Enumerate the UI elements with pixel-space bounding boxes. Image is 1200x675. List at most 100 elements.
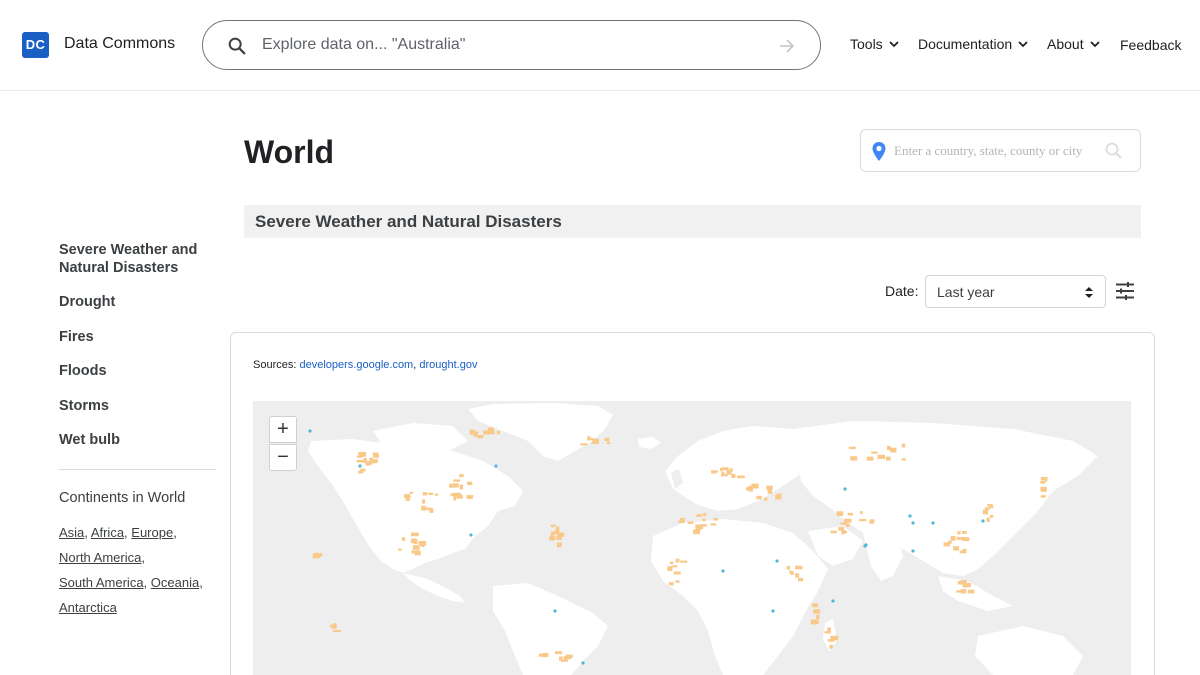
logo-icon[interactable]: DC (22, 32, 49, 58)
fire-marker (1040, 486, 1047, 491)
fire-marker (702, 513, 707, 516)
fire-marker (363, 458, 367, 463)
fire-marker (984, 507, 990, 510)
fire-marker (968, 589, 975, 594)
fire-marker (402, 537, 406, 541)
continent-link-africa[interactable]: Africa (91, 525, 124, 540)
fire-marker (604, 437, 610, 442)
search-input[interactable] (262, 36, 762, 54)
world-map-svg (308, 403, 1098, 675)
flood-marker (771, 609, 775, 613)
tune-settings-icon[interactable] (1115, 281, 1135, 301)
fire-marker (409, 491, 414, 494)
fire-marker (859, 518, 867, 522)
fire-marker (840, 522, 847, 525)
nav-documentation[interactable]: Documentation (918, 36, 1029, 52)
landmass-iceland (638, 437, 661, 449)
fire-marker (671, 565, 678, 568)
fire-marker (702, 518, 706, 522)
fire-marker (786, 565, 791, 570)
fire-marker (836, 511, 844, 516)
flood-marker (843, 487, 847, 491)
continent-links: Asia, Africa, Europe, North America, Sou… (59, 525, 203, 615)
fire-marker (789, 570, 793, 574)
sidebar-item-fires[interactable]: Fires (59, 328, 94, 346)
flood-marker (863, 544, 867, 548)
sidebar-item-storms[interactable]: Storms (59, 397, 109, 415)
place-search-input[interactable] (894, 143, 1094, 159)
fire-marker (720, 474, 728, 477)
world-map[interactable] (253, 401, 1131, 675)
fire-marker (556, 542, 562, 548)
arrow-right-icon[interactable] (777, 36, 797, 56)
fire-marker (669, 561, 674, 565)
fire-marker (565, 654, 573, 658)
fire-marker (959, 550, 967, 554)
flood-marker (911, 549, 915, 553)
flood-marker (494, 464, 498, 468)
nav-feedback[interactable]: Feedback (1120, 37, 1181, 53)
sidebar-item-floods[interactable]: Floods (59, 362, 107, 380)
fire-marker (829, 644, 833, 649)
fire-marker (483, 430, 491, 435)
fire-marker (553, 531, 558, 535)
search-bar[interactable] (202, 20, 821, 70)
fire-marker (398, 548, 402, 551)
sidebar-item-wet-bulb[interactable]: Wet bulb (59, 431, 120, 449)
fire-marker (459, 484, 464, 490)
location-pin-icon (872, 142, 886, 161)
select-arrows-icon (1085, 287, 1093, 298)
fire-marker (434, 493, 439, 496)
search-icon[interactable] (1104, 141, 1124, 161)
fire-marker (877, 454, 885, 459)
fire-marker (467, 481, 473, 486)
fire-marker (850, 456, 858, 461)
landmass-se-asia (938, 576, 1013, 611)
nav-about-label: About (1047, 36, 1084, 52)
fire-marker (887, 445, 891, 451)
fire-marker (943, 542, 951, 547)
fire-marker (696, 514, 702, 517)
landmass-australia (975, 626, 1083, 675)
fire-marker (680, 560, 688, 563)
fire-marker (749, 488, 753, 492)
continent-link-antarctica[interactable]: Antarctica (59, 600, 117, 615)
fire-marker (556, 526, 560, 529)
place-search-box[interactable] (860, 129, 1141, 172)
fire-marker (866, 456, 874, 461)
continent-link-europe[interactable]: Europe (131, 525, 173, 540)
fire-marker (414, 550, 421, 556)
continent-link-south-america[interactable]: South America (59, 575, 144, 590)
source-link-google[interactable]: developers.google.com (299, 359, 413, 371)
fire-marker (798, 577, 804, 582)
fire-marker (713, 517, 718, 521)
fire-marker (731, 473, 736, 479)
fire-marker (847, 512, 854, 516)
fire-marker (557, 532, 563, 536)
sidebar-item-severe-weather[interactable]: Severe Weather and Natural Disasters (59, 241, 209, 277)
nav-tools[interactable]: Tools (850, 36, 900, 52)
fire-marker (675, 580, 680, 583)
sidebar-divider (59, 469, 216, 470)
fire-marker (453, 479, 460, 482)
fire-marker (737, 475, 745, 479)
date-select[interactable]: Last year (925, 275, 1106, 308)
zoom-in-button[interactable]: + (269, 416, 297, 443)
fire-marker (776, 493, 782, 498)
source-link-drought[interactable]: drought.gov (419, 359, 477, 371)
continent-link-north-america[interactable]: North America (59, 550, 141, 565)
fire-marker (982, 509, 989, 515)
sidebar-item-drought[interactable]: Drought (59, 293, 115, 311)
continent-link-oceania[interactable]: Oceania (151, 575, 199, 590)
fire-marker (814, 619, 819, 624)
fire-marker (766, 485, 773, 490)
fire-marker (957, 531, 961, 535)
brand-name[interactable]: Data Commons (64, 35, 175, 53)
fire-marker (371, 459, 378, 463)
fire-marker (719, 467, 723, 472)
nav-about[interactable]: About (1047, 36, 1101, 52)
flood-marker (358, 464, 362, 468)
zoom-out-button[interactable]: − (269, 444, 297, 471)
fire-marker (594, 438, 599, 442)
continent-link-asia[interactable]: Asia (59, 525, 84, 540)
